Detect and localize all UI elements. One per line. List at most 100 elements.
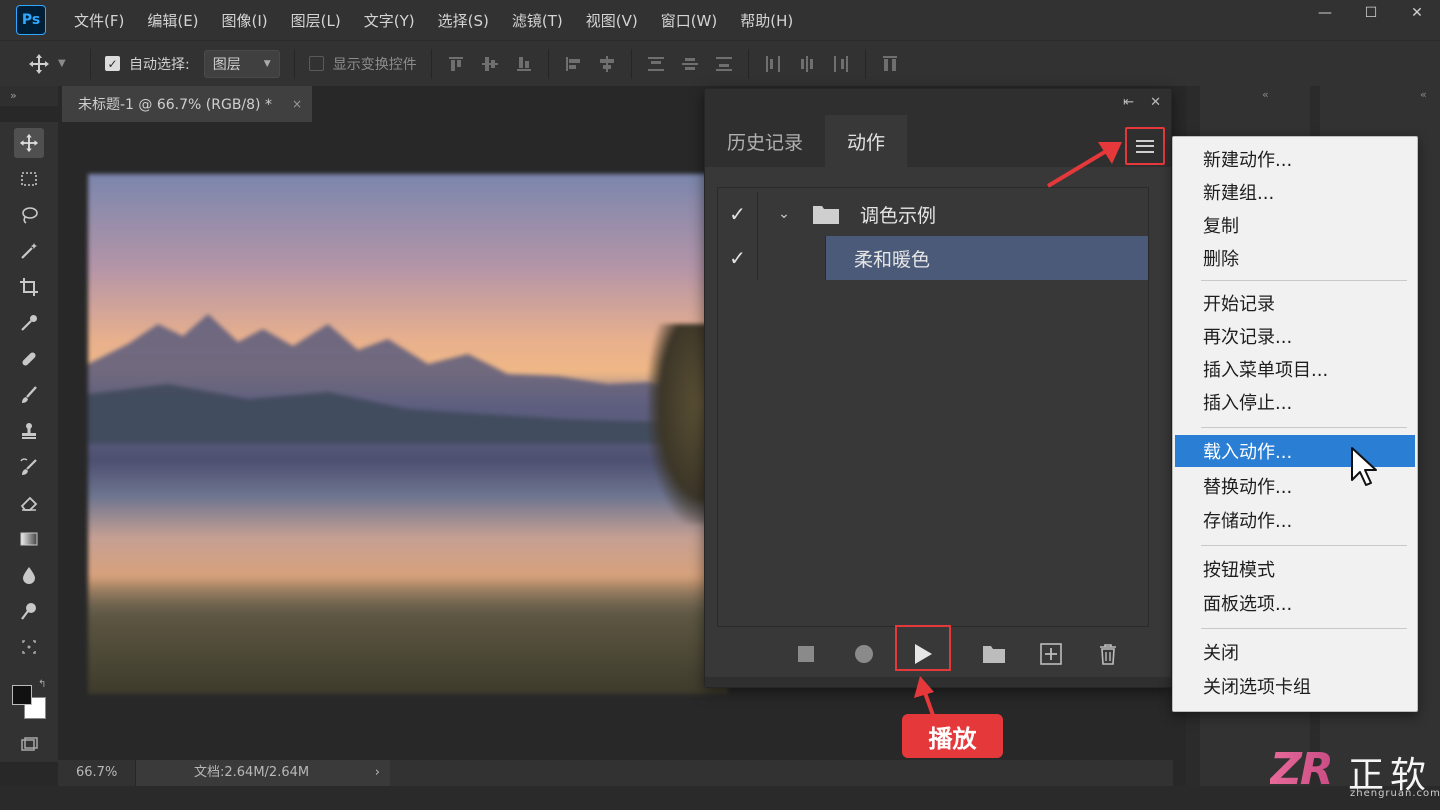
photoshop-logo-icon: Ps [16, 5, 46, 35]
menu-separator [1201, 628, 1407, 629]
check-icon: ✓ [729, 202, 746, 226]
menu-filter[interactable]: 滤镜(T) [512, 10, 563, 31]
foreground-color-swatch[interactable] [12, 685, 32, 705]
menu-view[interactable]: 视图(V) [586, 10, 638, 31]
eyedropper-icon [21, 315, 37, 331]
menu-select[interactable]: 选择(S) [438, 10, 489, 31]
move-tool-preset[interactable]: ▼ [28, 53, 76, 75]
show-transform-checkbox[interactable] [308, 56, 324, 71]
distribute-spacing-icon[interactable] [880, 54, 900, 74]
menu-delete[interactable]: 删除 [1175, 242, 1415, 274]
lasso-tool[interactable] [14, 200, 44, 230]
expand-chevron-icon[interactable]: ⌄ [770, 192, 798, 236]
menu-type[interactable]: 文字(Y) [364, 10, 415, 31]
menu-close-tab-group[interactable]: 关闭选项卡组 [1175, 670, 1415, 702]
record-icon [855, 645, 873, 663]
action-row[interactable]: ✓ 柔和暖色 [718, 236, 1148, 280]
menu-help[interactable]: 帮助(H) [740, 10, 793, 31]
distribute-bottom-icon[interactable] [714, 54, 734, 74]
annotation-arrow-play [914, 676, 936, 718]
move-tool[interactable] [14, 128, 44, 158]
distribute-top-icon[interactable] [646, 54, 666, 74]
tab-history[interactable]: 历史记录 [705, 115, 825, 167]
tab-actions[interactable]: 动作 [825, 115, 908, 167]
new-action-button[interactable] [1036, 639, 1066, 669]
stamp-tool[interactable] [14, 416, 44, 446]
minimize-button[interactable]: — [1302, 0, 1348, 26]
collapse-dock-icon[interactable]: « [1262, 88, 1269, 101]
auto-select-checkbox[interactable]: ✓ [105, 56, 120, 71]
drop-icon [23, 567, 35, 584]
edit-toolbar-tool[interactable] [14, 632, 44, 662]
stop-button[interactable] [791, 639, 821, 669]
auto-select-dropdown[interactable]: 图层 ▼ [203, 49, 280, 78]
align-vcenter-icon[interactable] [480, 54, 500, 74]
collapse-dock-icon[interactable]: « [1420, 88, 1427, 101]
collapse-panel-icon[interactable]: ⇤ [1123, 95, 1134, 110]
distribute-hcenter-icon[interactable] [797, 54, 817, 74]
menu-file[interactable]: 文件(F) [74, 10, 124, 31]
dodge-tool[interactable] [14, 596, 44, 626]
menu-replace-actions[interactable]: 替换动作... [1175, 470, 1415, 502]
menu-insert-stop[interactable]: 插入停止... [1175, 386, 1415, 418]
menu-panel-options[interactable]: 面板选项... [1175, 587, 1415, 619]
toolbar-collapse-button[interactable]: » [0, 86, 58, 106]
blur-tool[interactable] [14, 560, 44, 590]
screen-mode-tool[interactable] [14, 730, 44, 760]
menu-insert-menu-item[interactable]: 插入菜单项目... [1175, 353, 1415, 385]
align-left-icon[interactable] [563, 54, 583, 74]
menu-image[interactable]: 图像(I) [222, 10, 268, 31]
menu-window[interactable]: 窗口(W) [661, 10, 718, 31]
menu-new-action[interactable]: 新建动作... [1175, 143, 1415, 175]
menu-button-mode[interactable]: 按钮模式 [1175, 553, 1415, 585]
watermark: ZR 正软 zhengruan.com [1270, 744, 1440, 804]
swap-colors-icon[interactable]: ↰ [38, 679, 46, 690]
menu-edit[interactable]: 编辑(E) [147, 10, 198, 31]
healing-brush-tool[interactable] [14, 344, 44, 374]
delete-button[interactable] [1093, 639, 1123, 669]
action-set-row[interactable]: ✓ ⌄ 调色示例 [718, 192, 1148, 236]
magic-wand-tool[interactable] [14, 236, 44, 266]
menu-duplicate[interactable]: 复制 [1175, 209, 1415, 241]
menu-record-again[interactable]: 再次记录... [1175, 320, 1415, 352]
align-hcenter-icon[interactable] [597, 54, 617, 74]
divider [90, 48, 91, 79]
eraser-tool[interactable] [14, 488, 44, 518]
menu-layer[interactable]: 图层(L) [291, 10, 341, 31]
document-tab[interactable]: 未标题-1 @ 66.7% (RGB/8) * × [62, 86, 312, 122]
menu-save-actions[interactable]: 存储动作... [1175, 504, 1415, 536]
trash-icon [1100, 644, 1116, 665]
color-swatches[interactable]: ↰ [12, 679, 48, 721]
distribute-left-icon[interactable] [763, 54, 783, 74]
close-panel-icon[interactable]: ✕ [1150, 95, 1161, 110]
brush-tool[interactable] [14, 380, 44, 410]
panel-menu-button[interactable] [1125, 127, 1165, 165]
status-bar: 66.7% 文档:2.64M/2.64M › [58, 760, 1173, 786]
align-top-icon[interactable] [446, 54, 466, 74]
move-icon [29, 53, 49, 74]
divider [293, 48, 295, 79]
dialog-toggle-slot[interactable] [758, 236, 826, 280]
crop-tool[interactable] [14, 272, 44, 302]
zoom-level[interactable]: 66.7% [58, 760, 136, 786]
menu-start-recording[interactable]: 开始记录 [1175, 287, 1415, 319]
menu-close[interactable]: 关闭 [1175, 636, 1415, 668]
history-brush-tool[interactable] [14, 452, 44, 482]
toggle-item-checkbox[interactable]: ✓ [718, 236, 758, 280]
divider [747, 48, 749, 79]
distribute-vcenter-icon[interactable] [680, 54, 700, 74]
document-info[interactable]: 文档:2.64M/2.64M › [136, 760, 390, 786]
toggle-item-checkbox[interactable]: ✓ [718, 192, 758, 236]
record-button[interactable] [849, 639, 879, 669]
gradient-tool[interactable] [14, 524, 44, 554]
eyedropper-tool[interactable] [14, 308, 44, 338]
close-window-button[interactable]: ✕ [1394, 0, 1440, 26]
distribute-right-icon[interactable] [831, 54, 851, 74]
menu-new-set[interactable]: 新建组... [1175, 176, 1415, 208]
marquee-tool[interactable] [14, 164, 44, 194]
new-set-button[interactable] [979, 639, 1009, 669]
menu-load-actions[interactable]: 载入动作... [1175, 435, 1415, 467]
maximize-button[interactable]: ☐ [1348, 0, 1394, 26]
close-tab-icon[interactable]: × [292, 97, 302, 111]
align-bottom-icon[interactable] [514, 54, 534, 74]
